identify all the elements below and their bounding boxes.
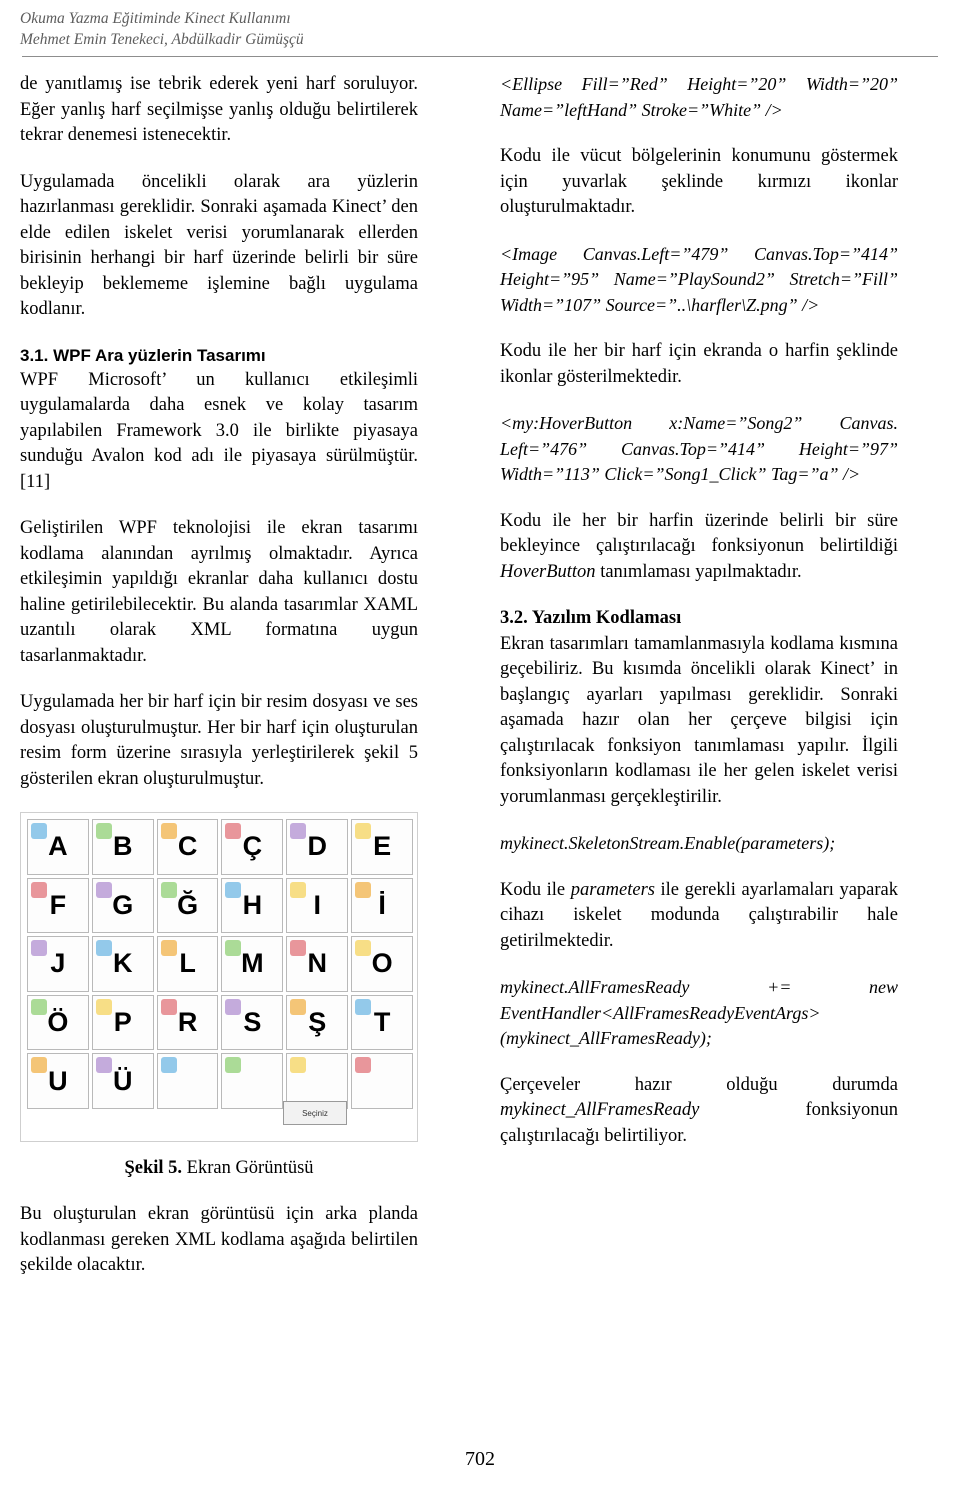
- letter-tile: C: [156, 819, 219, 875]
- paragraph-right-6-emphasis: mykinect_AllFramesReady: [500, 1100, 700, 1120]
- letter-grid: A B C Ç D E F G Ğ H I İ J K L M N O Ö P …: [27, 819, 413, 1109]
- letter-tile: K: [91, 936, 154, 992]
- letter-glyph: T: [373, 1007, 391, 1038]
- letter-glyph: Ç: [242, 831, 263, 862]
- letter-tile: U: [27, 1053, 89, 1109]
- paragraph-left-2: Uygulamada öncelikli olarak ara yüzlerin…: [20, 171, 418, 320]
- letter-tile: L: [156, 936, 219, 992]
- paragraph-right-6: Çerçeveler hazır olduğu durumda mykinect…: [500, 1073, 898, 1150]
- letter-tile: D: [286, 819, 349, 875]
- figure-caption-text: Ekran Görüntüsü: [182, 1158, 314, 1178]
- letter-glyph: J: [50, 948, 66, 979]
- paragraph-right-5-part1: Kodu ile: [500, 879, 571, 900]
- paragraph-right-6-part1: Çerçeveler hazır olduğu durumda: [500, 1074, 898, 1095]
- select-tooltip: Seçiniz: [283, 1101, 347, 1125]
- figure-5-caption: Şekil 5. Ekran Görüntüsü: [20, 1156, 418, 1181]
- letter-tile: Ş: [286, 994, 349, 1051]
- letter-tile: Ö: [27, 994, 89, 1051]
- code-block-5: mykinect.AllFramesReady += new EventHand…: [500, 977, 898, 1048]
- header-authors-line: Mehmet Emin Tenekeci, Abdülkadir Gümüşçü: [20, 31, 304, 48]
- letter-glyph: Ğ: [177, 889, 199, 920]
- paragraph-right-2: Kodu ile her bir harf için ekranda o har…: [500, 341, 898, 387]
- section-heading-3-1: 3.1. WPF Ara yüzlerin Tasarımı: [20, 345, 266, 365]
- paragraph-right-3: Kodu ile her bir harfin üzerinde belirli…: [500, 509, 898, 586]
- letter-tile: A: [27, 819, 89, 875]
- letter-tile: N: [286, 936, 349, 992]
- letter-tile: S: [221, 994, 284, 1051]
- letter-glyph: L: [179, 948, 196, 979]
- running-header: Okuma Yazma Eğitiminde Kinect Kullanımı …: [20, 8, 940, 50]
- paragraph-left-4: Geliştirilen WPF teknolojisi ile ekran t…: [20, 518, 418, 666]
- letter-tile: P: [91, 994, 154, 1051]
- letter-glyph: U: [48, 1065, 68, 1096]
- letter-glyph: G: [112, 889, 134, 920]
- code-block-4: mykinect.SkeletonStream.Enable(parameter…: [500, 833, 836, 853]
- letter-tile: E: [351, 819, 413, 875]
- paragraph-right-3-part1: Kodu ile her bir harfin üzerinde belirli…: [500, 510, 898, 557]
- letter-tile-empty: [351, 1053, 413, 1109]
- letter-tile: Ğ: [156, 877, 219, 934]
- letter-glyph: P: [113, 1007, 132, 1038]
- paragraph-left-3: WPF Microsoft’ un kullanıcı etkileşimli …: [20, 369, 418, 492]
- letter-glyph: D: [307, 831, 327, 862]
- letter-tile: O: [351, 936, 413, 992]
- code-block-2: <Image Canvas.Left=”479” Canvas.Top=”414…: [500, 243, 898, 315]
- letter-glyph: F: [49, 889, 67, 920]
- letter-tile: G: [91, 877, 154, 934]
- letter-glyph: B: [112, 831, 133, 862]
- letter-tile: B: [91, 819, 154, 875]
- paragraph-left-1: de yanıtlamış ise tebrik ederek yeni har…: [20, 74, 418, 145]
- letter-glyph: K: [112, 948, 133, 979]
- letter-tile: İ: [351, 877, 413, 934]
- figure-5-image: A B C Ç D E F G Ğ H I İ J K L M N O Ö P …: [20, 812, 418, 1142]
- paragraph-right-4: Ekran tasarımları tamamlanmasıyla kodlam…: [500, 633, 898, 807]
- paragraph-right-5-emphasis: parameters: [570, 879, 655, 900]
- letter-tile: F: [27, 877, 89, 934]
- document-page: Okuma Yazma Eğitiminde Kinect Kullanımı …: [0, 0, 960, 1511]
- page-number: 702: [465, 1448, 495, 1470]
- letter-tile: Ü: [91, 1053, 154, 1109]
- letter-glyph: Ü: [112, 1065, 133, 1096]
- figure-5: A B C Ç D E F G Ğ H I İ J K L M N O Ö P …: [20, 812, 418, 1181]
- code-block-1: <Ellipse Fill=”Red” Height=”20” Width=”2…: [500, 74, 898, 120]
- letter-glyph: S: [243, 1007, 262, 1038]
- paragraph-right-5: Kodu ile parameters ile gerekli ayarlama…: [500, 878, 898, 955]
- right-column: <Ellipse Fill=”Red” Height=”20” Width=”2…: [500, 72, 898, 1149]
- letter-tile-empty: [221, 1053, 284, 1109]
- letter-glyph: O: [371, 948, 393, 979]
- letter-glyph: R: [177, 1007, 198, 1038]
- letter-tile: J: [27, 936, 89, 992]
- section-heading-3-2: 3.2. Yazılım Kodlaması: [500, 608, 682, 628]
- letter-tile: R: [156, 994, 219, 1051]
- paragraph-left-6: Bu oluşturulan ekran görüntüsü için arka…: [20, 1204, 418, 1275]
- letter-glyph: Ş: [308, 1007, 327, 1038]
- letter-tile: Ç: [221, 819, 284, 875]
- letter-tile-empty: [156, 1053, 219, 1109]
- code-block-3: <my:HoverButton x:Name=”Song2” Canvas. L…: [500, 413, 898, 484]
- figure-label: Şekil 5.: [124, 1158, 183, 1178]
- header-title-line: Okuma Yazma Eğitiminde Kinect Kullanımı: [20, 10, 291, 27]
- letter-glyph: M: [241, 948, 264, 979]
- paragraph-right-3-emphasis: HoverButton: [500, 561, 596, 582]
- paragraph-right-1: Kodu ile vücut bölgelerinin konumunu gös…: [500, 146, 898, 217]
- letter-glyph: N: [307, 948, 327, 979]
- letter-tile: T: [351, 994, 413, 1051]
- letter-glyph: I: [313, 889, 321, 920]
- paragraph-left-5: Uygulamada her bir harf için bir resim d…: [20, 692, 418, 789]
- letter-glyph: C: [177, 831, 198, 862]
- letter-glyph: H: [242, 889, 263, 920]
- letter-tile: H: [221, 877, 284, 934]
- header-divider: [22, 56, 938, 57]
- letter-glyph: E: [373, 831, 392, 862]
- letter-tile: I: [286, 877, 349, 934]
- letter-glyph: Ö: [47, 1007, 69, 1038]
- paragraph-right-3-part2: tanımlaması yapılmaktadır.: [595, 561, 802, 582]
- letter-glyph: İ: [378, 889, 386, 920]
- letter-glyph: A: [48, 831, 68, 862]
- left-column: de yanıtlamış ise tebrik ederek yeni har…: [20, 72, 418, 1279]
- letter-tile: M: [221, 936, 284, 992]
